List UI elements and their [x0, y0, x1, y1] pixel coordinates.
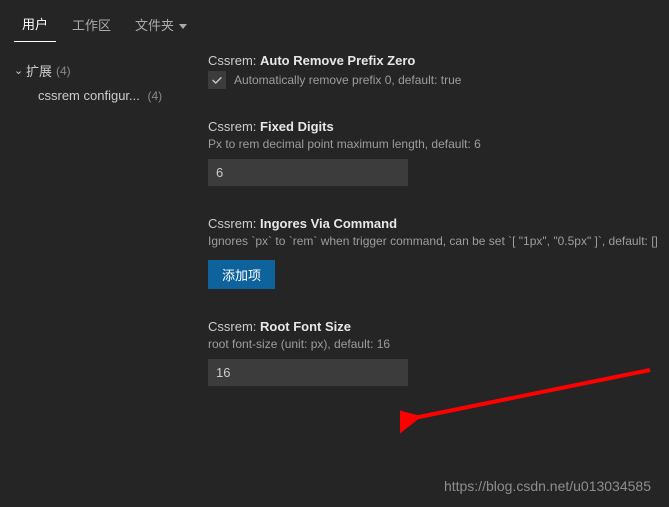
setting-description: Automatically remove prefix 0, default: … — [234, 73, 461, 87]
sidebar-group-label: 扩展 — [26, 61, 52, 80]
check-icon — [210, 73, 224, 87]
settings-scope-tabs: 用户 工作区 文件夹 — [0, 0, 669, 43]
setting-description: root font-size (unit: px), default: 16 — [208, 337, 669, 351]
setting-fixed-digits: Cssrem: Fixed Digits Px to rem decimal p… — [208, 119, 669, 186]
sidebar-item-count: (4) — [148, 89, 163, 103]
setting-title: Cssrem: Auto Remove Prefix Zero — [208, 53, 669, 68]
tab-folder[interactable]: 文件夹 — [127, 9, 195, 42]
root-font-size-input[interactable] — [208, 359, 408, 386]
sidebar-item-cssrem[interactable]: cssrem configur... (4) — [10, 82, 190, 107]
setting-auto-remove-prefix-zero: Cssrem: Auto Remove Prefix Zero Automati… — [208, 53, 669, 89]
fixed-digits-input[interactable] — [208, 159, 408, 186]
tab-user[interactable]: 用户 — [14, 8, 56, 42]
add-item-button[interactable]: 添加项 — [208, 260, 275, 289]
setting-title: Cssrem: Root Font Size — [208, 319, 669, 334]
watermark-text: https://blog.csdn.net/u013034585 — [444, 478, 651, 494]
settings-sidebar: ⌄ 扩展 (4) cssrem configur... (4) — [0, 43, 200, 507]
checkbox-auto-remove[interactable] — [208, 71, 226, 89]
chevron-down-icon: ⌄ — [14, 64, 26, 77]
tab-workspace[interactable]: 工作区 — [64, 9, 119, 42]
settings-content: Cssrem: Auto Remove Prefix Zero Automati… — [200, 43, 669, 507]
sidebar-group-count: (4) — [56, 64, 71, 78]
setting-root-font-size: Cssrem: Root Font Size root font-size (u… — [208, 319, 669, 386]
setting-title: Cssrem: Ingores Via Command — [208, 216, 669, 231]
setting-title: Cssrem: Fixed Digits — [208, 119, 669, 134]
sidebar-group-extensions[interactable]: ⌄ 扩展 (4) — [10, 59, 190, 82]
setting-description: Ignores `px` to `rem` when trigger comma… — [208, 234, 669, 248]
sidebar-item-label: cssrem configur... — [38, 88, 140, 103]
setting-ignores-via-command: Cssrem: Ingores Via Command Ignores `px`… — [208, 216, 669, 289]
setting-description: Px to rem decimal point maximum length, … — [208, 137, 669, 151]
